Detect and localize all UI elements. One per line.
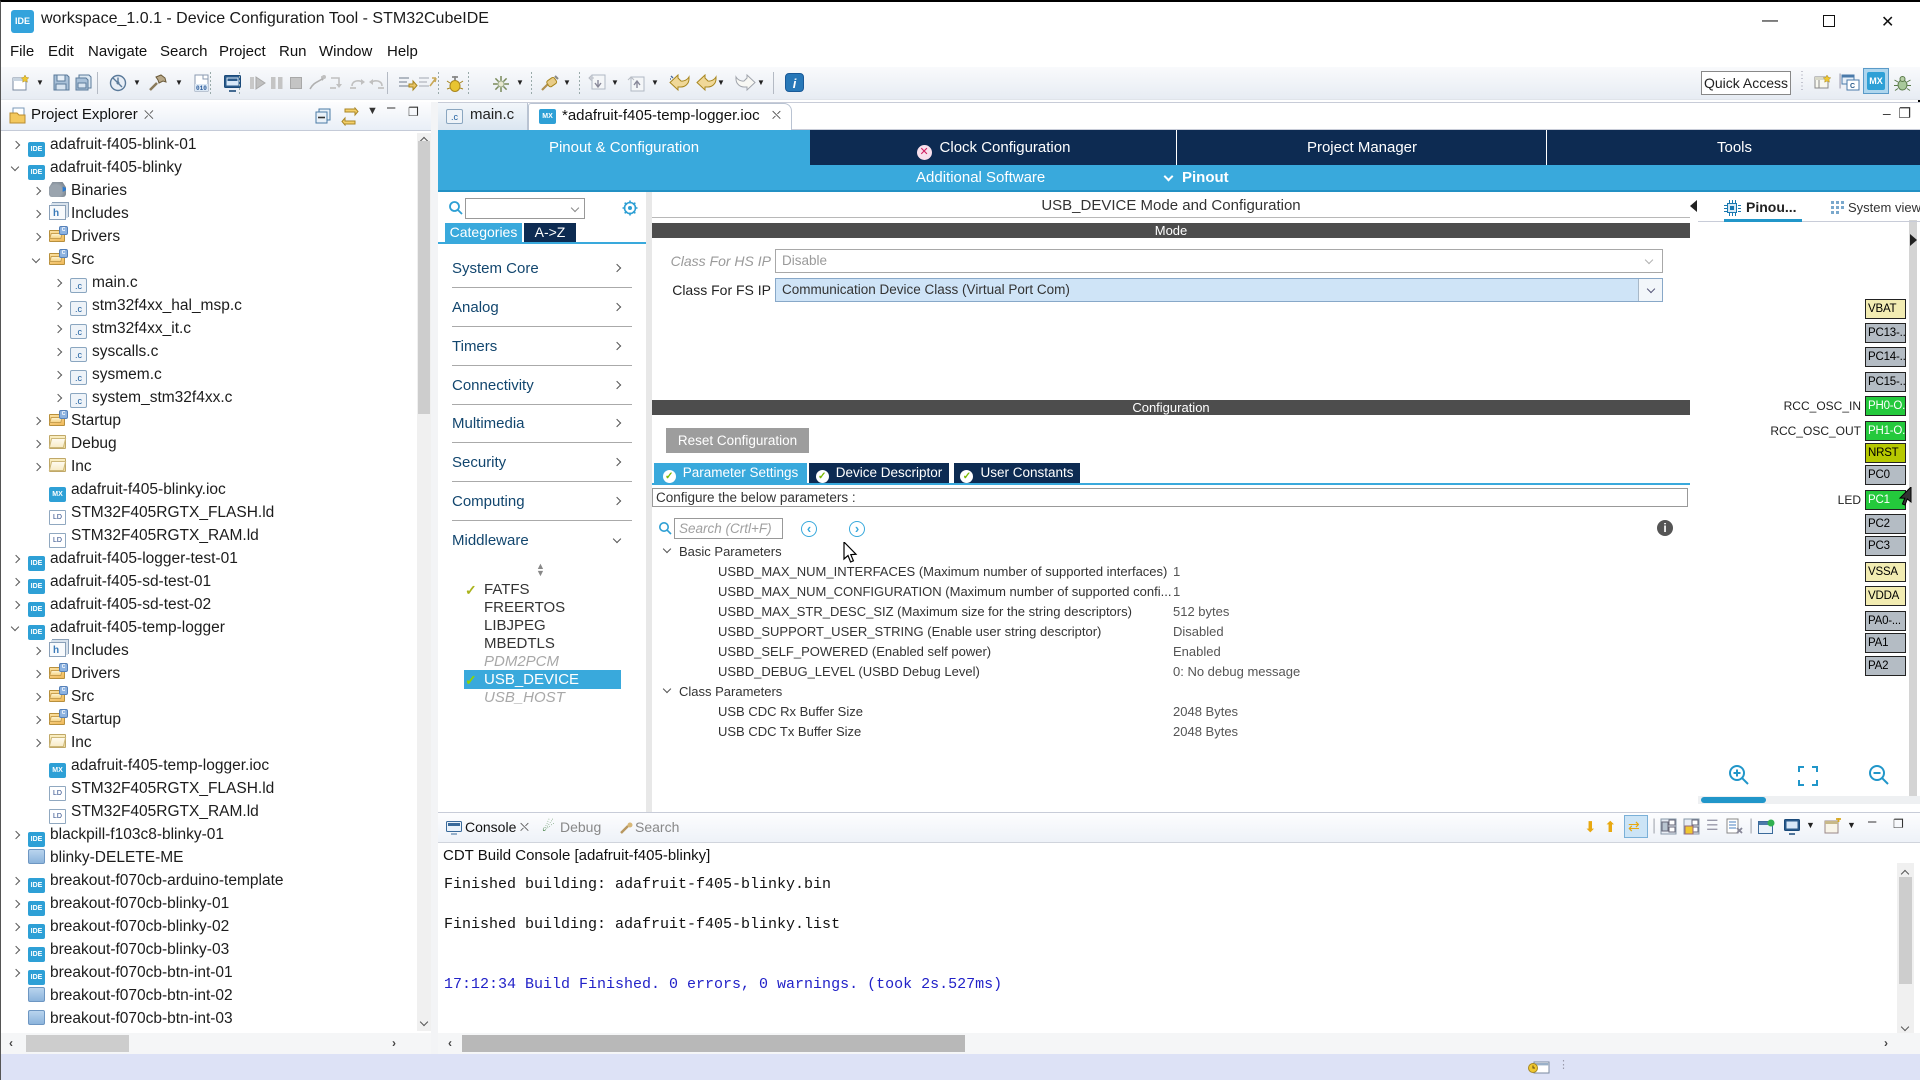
svg-text:C: C (1850, 83, 1855, 90)
svg-text:010: 010 (196, 85, 207, 92)
